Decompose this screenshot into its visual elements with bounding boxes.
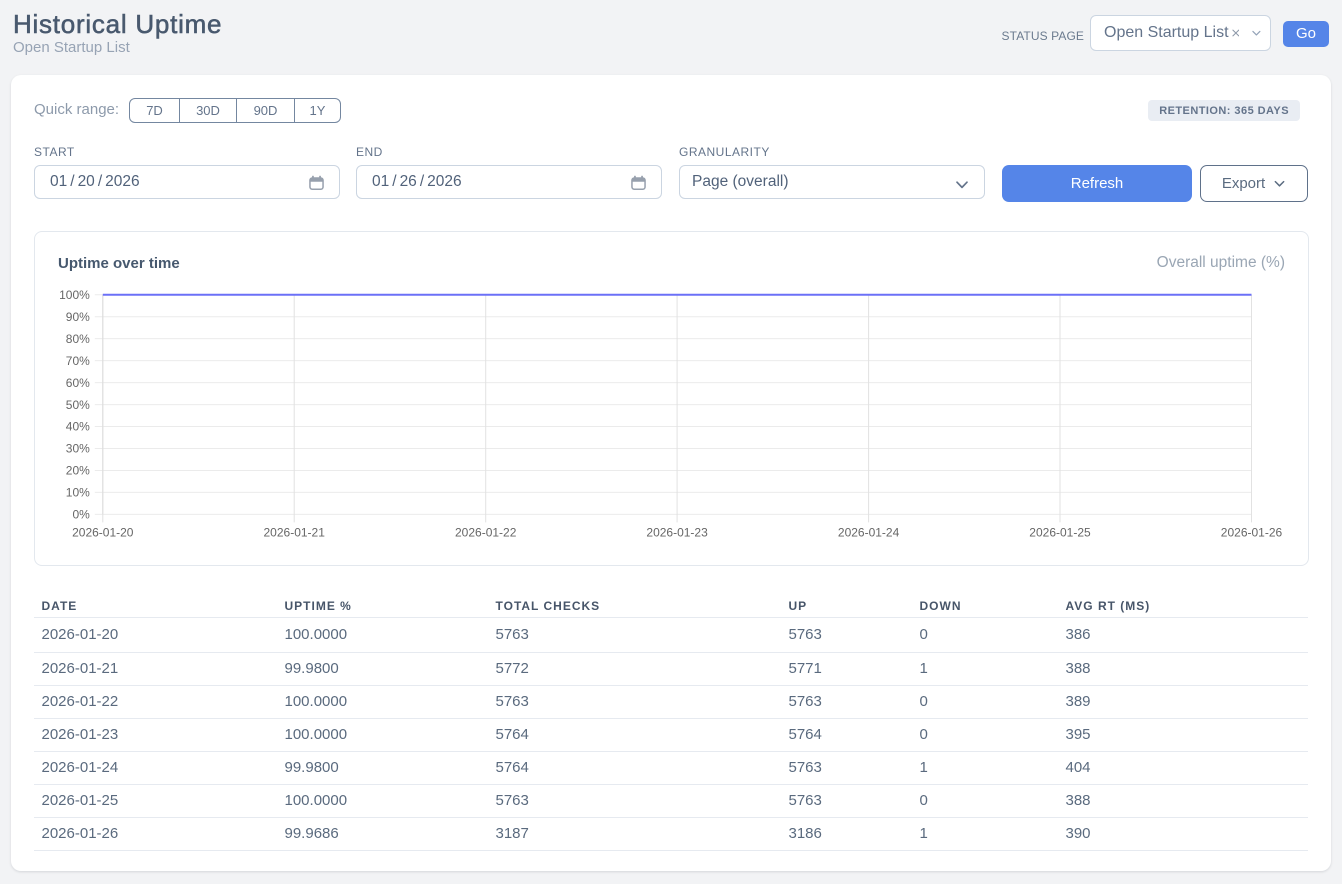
- svg-text:10%: 10%: [66, 486, 90, 500]
- svg-text:40%: 40%: [66, 420, 90, 434]
- svg-text:2026-01-24: 2026-01-24: [838, 526, 900, 540]
- svg-text:60%: 60%: [66, 376, 90, 390]
- svg-text:0%: 0%: [72, 508, 90, 522]
- svg-text:90%: 90%: [66, 310, 90, 324]
- svg-text:2026-01-25: 2026-01-25: [1029, 526, 1091, 540]
- svg-text:20%: 20%: [66, 464, 90, 478]
- svg-text:2026-01-21: 2026-01-21: [264, 526, 326, 540]
- svg-text:30%: 30%: [66, 442, 90, 456]
- svg-text:2026-01-23: 2026-01-23: [646, 526, 708, 540]
- svg-text:100%: 100%: [59, 288, 90, 302]
- svg-text:70%: 70%: [66, 354, 90, 368]
- svg-text:2026-01-22: 2026-01-22: [455, 526, 517, 540]
- svg-text:80%: 80%: [66, 332, 90, 346]
- svg-text:50%: 50%: [66, 398, 90, 412]
- svg-text:2026-01-20: 2026-01-20: [72, 526, 134, 540]
- svg-text:2026-01-26: 2026-01-26: [1221, 526, 1283, 540]
